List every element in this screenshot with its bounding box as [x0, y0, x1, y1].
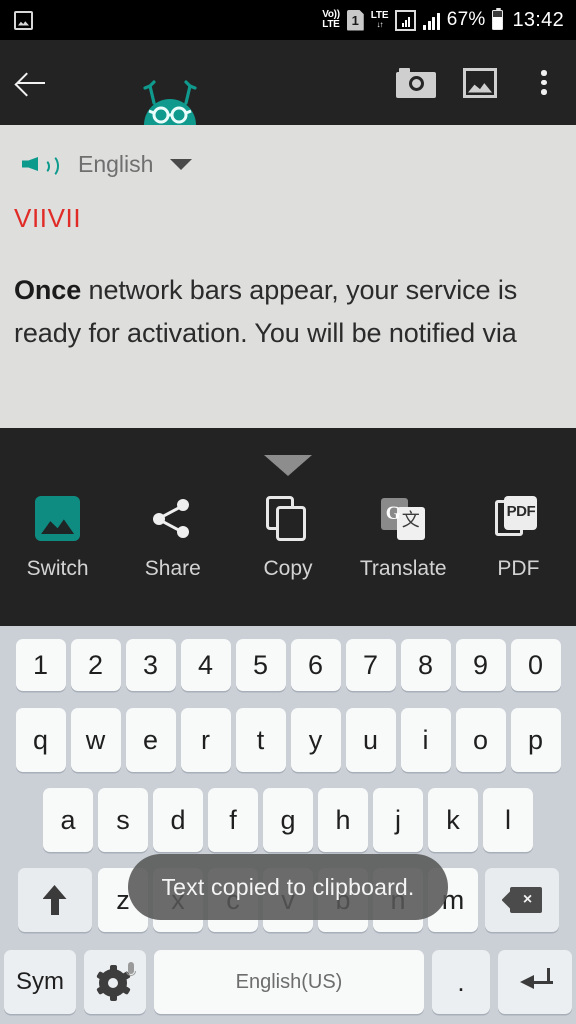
language-label[interactable]: English: [78, 151, 153, 178]
key-g[interactable]: g: [263, 788, 313, 852]
keyboard-row-home: a s d f g h j k l: [0, 780, 576, 860]
key-y[interactable]: y: [290, 708, 341, 772]
speaker-icon[interactable]: [22, 150, 59, 178]
ocr-body-text[interactable]: Once network bars appear, your service i…: [0, 233, 576, 355]
key-0[interactable]: 0: [510, 639, 561, 691]
key-8[interactable]: 8: [400, 639, 451, 691]
sim-card-icon: 1: [346, 9, 364, 31]
battery-icon: [492, 8, 504, 30]
share-icon: [150, 496, 195, 541]
sim2-signal-icon: [423, 11, 440, 30]
shift-arrow-up-icon: [42, 885, 68, 915]
camera-icon: [396, 67, 436, 98]
phone-screen: Vo)) LTE 1 LTE ↓↑ 67% 13:42 English VIIV…: [0, 0, 576, 1024]
action-list: Switch Share Copy G文 Translate PDF PDF: [0, 496, 576, 581]
back-button[interactable]: [0, 40, 62, 125]
three-dots-icon: [541, 70, 547, 95]
key-t[interactable]: t: [235, 708, 286, 772]
key-a[interactable]: a: [43, 788, 93, 852]
key-l[interactable]: l: [483, 788, 533, 852]
action-translate[interactable]: G文 Translate: [346, 496, 461, 581]
key-9[interactable]: 9: [455, 639, 506, 691]
action-label: PDF: [497, 557, 540, 580]
action-label: Copy: [263, 557, 313, 580]
gallery-icon: [463, 67, 497, 98]
key-6[interactable]: 6: [290, 639, 341, 691]
action-label: Share: [144, 557, 201, 580]
gallery-button[interactable]: [448, 40, 512, 125]
action-switch[interactable]: Switch: [0, 496, 115, 581]
status-bar: Vo)) LTE 1 LTE ↓↑ 67% 13:42: [0, 0, 576, 40]
key-r[interactable]: r: [180, 708, 231, 772]
key-f[interactable]: f: [208, 788, 258, 852]
backspace-icon: ×: [501, 887, 542, 913]
keyboard-row-numbers: 1 2 3 4 5 6 7 8 9 0: [0, 626, 576, 700]
action-sheet: Switch Share Copy G文 Translate PDF PDF: [0, 428, 576, 626]
key-3[interactable]: 3: [125, 639, 176, 691]
copy-icon: [265, 496, 311, 541]
action-label: Switch: [26, 557, 89, 580]
battery-percent-label: 67%: [446, 9, 486, 30]
chevron-down-icon[interactable]: [170, 158, 193, 170]
symbols-key[interactable]: Sym: [4, 950, 76, 1014]
status-bar-left: [0, 10, 33, 30]
period-key[interactable]: .: [432, 950, 490, 1014]
action-pdf[interactable]: PDF PDF: [461, 496, 576, 581]
shift-key[interactable]: [17, 868, 92, 932]
robot-mascot-logo: [143, 80, 197, 125]
action-share[interactable]: Share: [115, 496, 230, 581]
key-2[interactable]: 2: [70, 639, 121, 691]
ocr-title: VIIVII: [14, 203, 82, 233]
app-toolbar: [0, 40, 576, 125]
key-o[interactable]: o: [455, 708, 506, 772]
toast-message: Text copied to clipboard.: [128, 854, 448, 920]
key-h[interactable]: h: [318, 788, 368, 852]
ocr-body-rest: network bars appear, your service is rea…: [14, 275, 518, 348]
overflow-menu-button[interactable]: [512, 40, 576, 125]
status-bar-clock: 13:42: [512, 8, 564, 31]
key-4[interactable]: 4: [180, 639, 231, 691]
backspace-key[interactable]: ×: [484, 868, 559, 932]
key-w[interactable]: w: [70, 708, 121, 772]
lte-data-indicator: LTE ↓↑: [371, 11, 389, 30]
collapse-triangle-icon[interactable]: [264, 455, 312, 476]
action-label: Translate: [359, 557, 447, 580]
ocr-result-panel: English VIIVII Once network bars appear,…: [0, 125, 576, 428]
status-bar-right: Vo)) LTE 1 LTE ↓↑ 67% 13:42: [322, 8, 576, 32]
key-u[interactable]: u: [345, 708, 396, 772]
arrow-left-icon: [16, 72, 46, 94]
gear-mic-icon: [95, 962, 136, 1002]
toolbar-actions: [384, 40, 576, 125]
keyboard-settings-key[interactable]: [84, 950, 146, 1014]
sim1-signal-icon: [395, 9, 417, 31]
language-bar: English: [0, 125, 576, 203]
key-s[interactable]: s: [98, 788, 148, 852]
key-1[interactable]: 1: [15, 639, 66, 691]
camera-button[interactable]: [384, 40, 448, 125]
volte-indicator: Vo)) LTE: [322, 10, 340, 30]
lte-arrows: ↓↑: [376, 20, 384, 29]
key-7[interactable]: 7: [345, 639, 396, 691]
keyboard-row-top: q w e r t y u i o p: [0, 700, 576, 780]
key-k[interactable]: k: [428, 788, 478, 852]
image-switch-icon: [35, 496, 81, 541]
photo-notification-icon: [14, 10, 33, 30]
space-key[interactable]: English(US): [154, 950, 424, 1014]
enter-return-icon: [518, 968, 553, 996]
key-j[interactable]: j: [373, 788, 423, 852]
soft-keyboard: 1 2 3 4 5 6 7 8 9 0 q w e r t y u i o p …: [0, 626, 576, 1024]
key-i[interactable]: i: [400, 708, 451, 772]
key-q[interactable]: q: [15, 708, 66, 772]
keyboard-row-function: Sym English(US) .: [0, 940, 576, 1024]
ocr-body-bold: Once: [14, 275, 82, 305]
action-copy[interactable]: Copy: [230, 496, 345, 581]
pdf-icon: PDF: [495, 496, 541, 541]
key-e[interactable]: e: [125, 708, 176, 772]
key-d[interactable]: d: [153, 788, 203, 852]
enter-key[interactable]: [498, 950, 572, 1014]
volte-line-2: LTE: [322, 19, 340, 30]
google-translate-icon: G文: [380, 496, 426, 541]
key-5[interactable]: 5: [235, 639, 286, 691]
key-p[interactable]: p: [510, 708, 561, 772]
